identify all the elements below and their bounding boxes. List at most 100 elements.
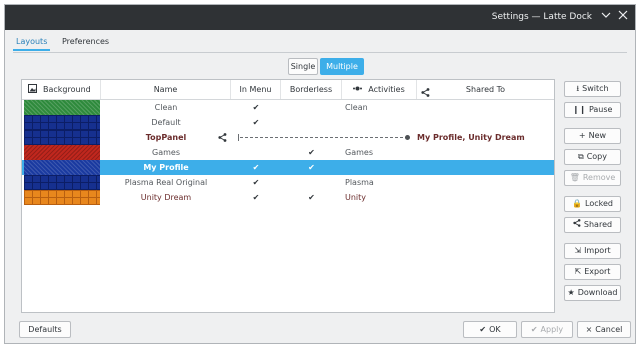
- activities-value: Unity: [345, 193, 367, 202]
- table-row[interactable]: Games ✔ Games: [22, 145, 554, 160]
- column-in-menu[interactable]: In Menu: [231, 80, 281, 99]
- in-menu-check[interactable]: ✔: [231, 190, 281, 205]
- new-button[interactable]: + New: [564, 128, 621, 144]
- tab-divider: [13, 52, 627, 53]
- background-cell: [22, 175, 101, 190]
- copy-button[interactable]: ⧉ Copy: [564, 149, 621, 165]
- cancel-icon: ×: [585, 325, 593, 334]
- switch-button[interactable]: ⭳ Switch: [564, 81, 621, 97]
- table-row[interactable]: Plasma Real Original ✔ Plasma: [22, 175, 554, 190]
- ok-label: OK: [489, 325, 501, 334]
- export-label: Export: [584, 267, 611, 276]
- defaults-button[interactable]: Defaults: [19, 321, 71, 338]
- layout-name: My Profile: [143, 163, 189, 172]
- share-line-start: [238, 134, 239, 141]
- window-title: Settings — Latte Dock: [491, 12, 592, 22]
- close-icon[interactable]: [616, 10, 630, 24]
- locked-button[interactable]: 🔒 Locked: [564, 196, 621, 212]
- activities-icon: [353, 81, 363, 91]
- borderless-check[interactable]: [281, 115, 342, 130]
- background-swatch: [24, 160, 100, 175]
- borderless-check[interactable]: ✔: [281, 160, 342, 175]
- in-menu-check[interactable]: [231, 145, 281, 160]
- activities-value: Clean: [345, 103, 368, 112]
- layout-name: TopPanel: [145, 133, 187, 142]
- background-swatch: [24, 175, 100, 190]
- shared-label: Shared: [583, 220, 613, 229]
- background-swatch: [24, 145, 100, 160]
- layout-name: Games: [152, 148, 180, 157]
- column-background-label: Background: [43, 85, 91, 94]
- image-icon: [28, 81, 37, 93]
- ok-button[interactable]: ✔ OK: [463, 321, 517, 338]
- export-button[interactable]: ⇱ Export: [564, 264, 621, 280]
- settings-window: Settings — Latte Dock Layouts Preference…: [4, 4, 636, 344]
- in-menu-check[interactable]: ✔: [231, 100, 281, 115]
- activities-value: Plasma: [345, 178, 374, 187]
- borderless-check[interactable]: ✔: [281, 190, 342, 205]
- column-name[interactable]: Name: [101, 80, 231, 99]
- layouts-table: Background Name In Menu Borderless Activ…: [21, 79, 555, 313]
- pause-label: Pause: [588, 105, 613, 114]
- tab-preferences[interactable]: Preferences: [59, 34, 112, 51]
- activities-value: [342, 115, 417, 130]
- locked-label: Locked: [585, 199, 613, 208]
- switch-icon: ⭳: [576, 84, 580, 93]
- table-row[interactable]: Clean ✔ Clean: [22, 100, 554, 115]
- shared-to-value: [417, 190, 554, 205]
- remove-button[interactable]: 🗑 Remove: [564, 170, 621, 186]
- background-cell: [22, 145, 101, 160]
- table-row[interactable]: TopPanel My Profile, Unity Dream: [22, 130, 554, 145]
- background-swatch: [24, 115, 100, 130]
- table-row-selected[interactable]: My Profile ✔ ✔: [22, 160, 554, 175]
- activities-value: [342, 160, 417, 175]
- cancel-button[interactable]: × Cancel: [577, 321, 631, 338]
- trash-icon: 🗑: [569, 173, 580, 182]
- download-button[interactable]: ★ Download: [564, 285, 621, 301]
- share-line-end: [405, 135, 410, 140]
- background-cell: [22, 100, 101, 115]
- title-bar[interactable]: Settings — Latte Dock: [5, 5, 635, 30]
- layout-name: Unity Dream: [140, 193, 192, 202]
- shared-to-value: [417, 100, 554, 115]
- import-button[interactable]: ⇲ Import: [564, 243, 621, 259]
- minimize-icon[interactable]: [599, 10, 613, 24]
- activities-value: Games: [345, 148, 373, 157]
- apply-label: Apply: [540, 325, 564, 334]
- background-cell: [22, 115, 101, 130]
- shared-button[interactable]: Shared: [564, 217, 621, 233]
- check-icon: ✔: [479, 325, 487, 334]
- tab-layouts[interactable]: Layouts: [13, 34, 51, 51]
- export-icon: ⇱: [574, 267, 582, 276]
- download-label: Download: [577, 288, 618, 297]
- shared-to-value: [417, 145, 554, 160]
- column-background[interactable]: Background: [22, 80, 101, 99]
- single-mode-button[interactable]: Single: [288, 58, 318, 75]
- in-menu-check[interactable]: ✔: [231, 160, 281, 175]
- copy-label: Copy: [586, 152, 607, 161]
- layout-name: Default: [151, 118, 181, 127]
- table-row[interactable]: Unity Dream ✔ ✔ Unity: [22, 190, 554, 205]
- borderless-check[interactable]: [281, 175, 342, 190]
- cancel-label: Cancel: [595, 325, 623, 334]
- background-swatch: [24, 130, 100, 145]
- pause-button[interactable]: ❙❙ Pause: [564, 102, 621, 118]
- shared-to-value: [417, 175, 554, 190]
- copy-icon: ⧉: [577, 152, 584, 161]
- table-row[interactable]: Default ✔: [22, 115, 554, 130]
- borderless-check[interactable]: [281, 100, 342, 115]
- column-borderless[interactable]: Borderless: [281, 80, 342, 99]
- new-label: New: [588, 131, 607, 140]
- column-activities[interactable]: Activities: [342, 80, 417, 99]
- borderless-check[interactable]: ✔: [281, 145, 342, 160]
- apply-button[interactable]: ✔ Apply: [521, 321, 573, 338]
- column-shared-to[interactable]: Shared To: [417, 80, 554, 99]
- in-menu-check[interactable]: ✔: [231, 115, 281, 130]
- lock-icon: 🔒: [572, 199, 582, 208]
- layout-name: Plasma Real Original: [124, 178, 208, 187]
- share-connector-line: [240, 137, 408, 138]
- multiple-mode-button[interactable]: Multiple: [320, 58, 364, 75]
- in-menu-check[interactable]: ✔: [231, 175, 281, 190]
- background-cell: [22, 130, 101, 145]
- background-swatch: [24, 100, 100, 115]
